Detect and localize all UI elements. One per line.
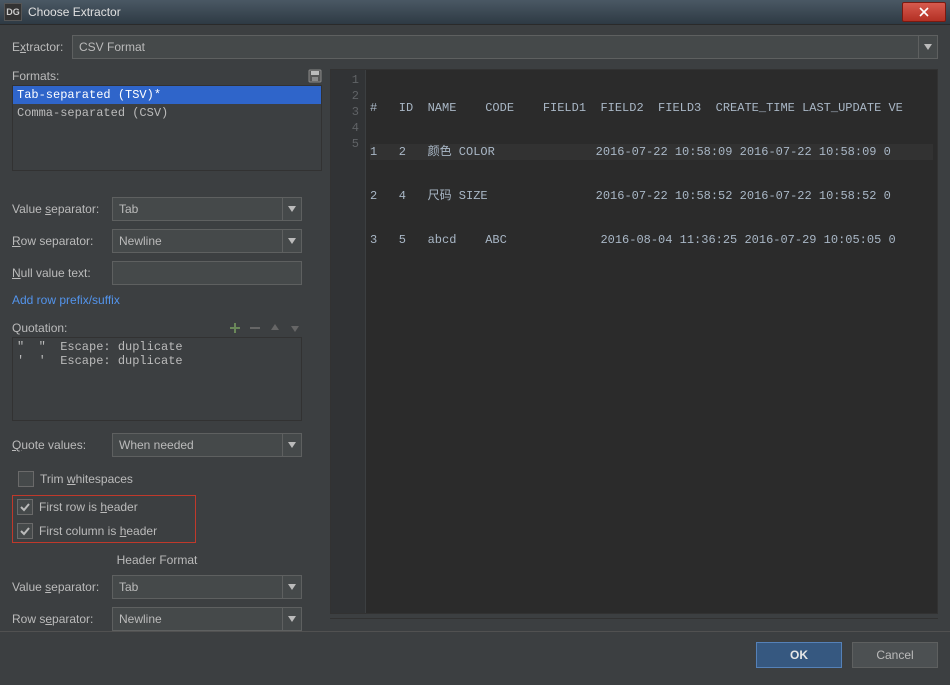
remove-icon[interactable] <box>248 321 262 335</box>
save-icon[interactable] <box>308 69 322 83</box>
add-icon[interactable] <box>228 321 242 335</box>
app-icon: DG <box>4 3 22 21</box>
extractor-label: Extractor: <box>12 40 72 54</box>
quotation-label: Quotation: <box>12 321 67 335</box>
trim-whitespaces-checkbox[interactable]: Trim whitespaces <box>12 471 302 487</box>
row-separator-combo[interactable]: Newline <box>112 229 302 253</box>
null-value-label: Null value text: <box>12 266 112 280</box>
quotation-row[interactable]: ' ' Escape: duplicate <box>17 354 297 368</box>
first-row-header-checkbox[interactable]: First row is header <box>17 499 191 515</box>
checkbox-icon <box>18 471 34 487</box>
chevron-down-icon[interactable] <box>282 230 301 252</box>
code-line: 2 4 尺码 SIZE 2016-07-22 10:58:52 2016-07-… <box>370 188 933 204</box>
hf-row-separator-combo[interactable]: Newline <box>112 607 302 631</box>
quote-values-combo[interactable]: When needed <box>112 433 302 457</box>
gutter: 1 2 3 4 5 <box>331 70 366 613</box>
down-icon[interactable] <box>288 321 302 335</box>
first-column-header-checkbox[interactable]: First column is header <box>17 523 191 539</box>
header-options-highlight: First row is header First column is head… <box>12 495 196 543</box>
close-button[interactable] <box>902 2 946 22</box>
code-line <box>370 276 933 292</box>
preview-editor[interactable]: 1 2 3 4 5 # ID NAME CODE FIELD1 FIELD2 F… <box>330 69 938 614</box>
formats-label: Formats: <box>12 69 59 83</box>
hf-row-separator-label: Row separator: <box>12 612 112 626</box>
horizontal-scrollbar[interactable] <box>330 618 938 631</box>
dialog-footer: OK Cancel <box>0 631 950 678</box>
window-title: Choose Extractor <box>28 5 902 19</box>
hf-value-separator-combo[interactable]: Tab <box>112 575 302 599</box>
extractor-combo-value: CSV Format <box>73 40 918 54</box>
close-icon <box>919 7 929 17</box>
code-line: 1 2 颜色 COLOR 2016-07-22 10:58:09 2016-07… <box>370 144 933 160</box>
code-line: # ID NAME CODE FIELD1 FIELD2 FIELD3 CREA… <box>370 100 933 116</box>
add-row-prefix-link[interactable]: Add row prefix/suffix <box>12 293 120 307</box>
ok-button[interactable]: OK <box>756 642 842 668</box>
code-line: 3 5 abcd ABC 2016-08-04 11:36:25 2016-07… <box>370 232 933 248</box>
value-separator-label: Value separator: <box>12 202 112 216</box>
header-format-title: Header Format <box>12 553 302 567</box>
checkbox-icon <box>17 499 33 515</box>
chevron-down-icon[interactable] <box>918 36 937 58</box>
chevron-down-icon[interactable] <box>282 608 301 630</box>
value-separator-combo[interactable]: Tab <box>112 197 302 221</box>
quotation-row[interactable]: " " Escape: duplicate <box>17 340 297 354</box>
cancel-button[interactable]: Cancel <box>852 642 938 668</box>
hf-value-separator-label: Value separator: <box>12 580 112 594</box>
trim-whitespaces-label: Trim whitespaces <box>40 472 133 486</box>
formats-list[interactable]: Tab-separated (TSV)* Comma-separated (CS… <box>12 85 322 171</box>
quotation-list[interactable]: " " Escape: duplicate ' ' Escape: duplic… <box>12 337 302 421</box>
preview-code: # ID NAME CODE FIELD1 FIELD2 FIELD3 CREA… <box>366 70 937 613</box>
formats-item-tsv[interactable]: Tab-separated (TSV)* <box>13 86 321 104</box>
chevron-down-icon[interactable] <box>282 434 301 456</box>
quote-values-label: Quote values: <box>12 438 112 452</box>
extractor-combo[interactable]: CSV Format <box>72 35 938 59</box>
checkbox-icon <box>17 523 33 539</box>
titlebar: DG Choose Extractor <box>0 0 950 25</box>
chevron-down-icon[interactable] <box>282 198 301 220</box>
row-separator-label: Row separator: <box>12 234 112 248</box>
chevron-down-icon[interactable] <box>282 576 301 598</box>
formats-item-csv[interactable]: Comma-separated (CSV) <box>13 104 321 122</box>
first-column-header-label: First column is header <box>39 524 157 538</box>
first-row-header-label: First row is header <box>39 500 138 514</box>
null-value-input[interactable] <box>112 261 302 285</box>
up-icon[interactable] <box>268 321 282 335</box>
